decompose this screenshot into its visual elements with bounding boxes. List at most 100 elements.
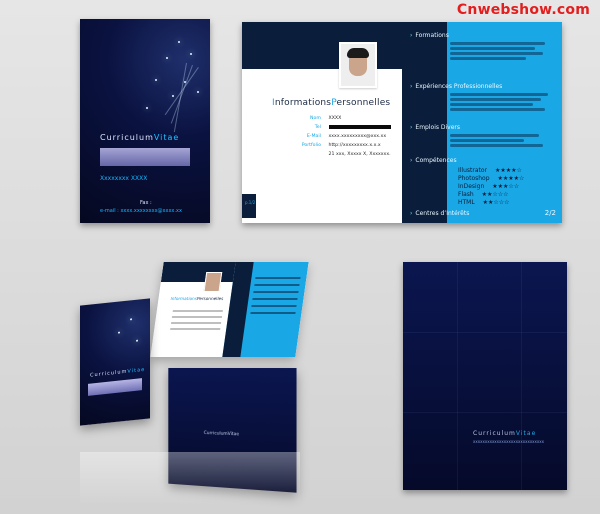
cover-email-label: Fax : [140, 200, 152, 206]
section-competences: › Compétences [410, 157, 457, 164]
info-title-right: ersonnelles [336, 98, 391, 108]
mockup-spread-right [222, 262, 309, 357]
personal-info-row: Tel [295, 123, 399, 132]
mockup-cover-title-left: Curriculum [90, 368, 128, 379]
cv-front-cover: CurriculumVitae Xxxxxxxx XXXX Fax : e-ma… [80, 19, 210, 223]
text-line [170, 322, 222, 324]
left-page-number: p.1/2 [245, 200, 256, 205]
text-line [450, 93, 548, 96]
section-lines-emplois [450, 132, 556, 149]
section-centres-interets: › Centres d’Intérêts [410, 210, 469, 217]
text-line [170, 328, 221, 330]
right-page-number: 2/2 [544, 209, 556, 217]
skill-name: InDesign [458, 183, 485, 190]
chevron-right-icon: › [410, 210, 413, 217]
personal-info-value: xxxx.xxxxxxxxx@xxx.xx [328, 134, 387, 139]
sparkle-icon [146, 107, 148, 109]
personal-info-lines: Nom XXXX Tel E-Mail xxxx.xxxxxxxxx@xxx.x… [295, 114, 399, 159]
left-page-topbar [242, 22, 402, 69]
watermark-text: Cnwebshow.com [456, 2, 590, 18]
text-line [450, 57, 527, 60]
skill-stars: ★★★☆☆ [492, 183, 520, 190]
text-line [171, 316, 223, 318]
text-line [450, 134, 540, 137]
mockup-info-title-left: Informations [170, 296, 198, 301]
cover-gradient-band [100, 148, 190, 166]
cover-title-left: Curriculum [100, 133, 154, 142]
skill-name: HTML [458, 199, 475, 206]
faint-guide-line [521, 262, 522, 490]
mockup-composition: InformationsPersonnelles CurriculumVitae… [80, 262, 380, 512]
floor-reflection [80, 452, 300, 507]
cover-name-line: Xxxxxxxx XXXX [100, 175, 148, 182]
mockup-profile-photo [203, 272, 223, 292]
skill-stars: ★★☆☆☆ [482, 199, 510, 206]
section-formations: › Formations [410, 32, 449, 39]
personal-info-row: 21 xxx, Xxxxx X, Xxxxxxx. [295, 150, 399, 159]
personal-info-key: Portfolio [301, 143, 321, 148]
sparkle-icon [172, 95, 174, 97]
text-line [252, 298, 298, 300]
text-line [172, 310, 223, 312]
skill-name: Photoshop [458, 175, 490, 182]
text-line [254, 284, 300, 286]
mockup-left-lines [170, 306, 224, 334]
personal-info-row: Nom XXXX [295, 114, 399, 123]
personal-info-value: XXXX [328, 116, 342, 121]
faint-guide-line [403, 412, 567, 413]
chevron-right-icon: › [410, 32, 413, 39]
canvas: Cnwebshow.com CurriculumVitae Xxxxxxxx X… [0, 0, 600, 514]
skill-stars: ★★★★☆ [497, 175, 525, 182]
cover-email-value: e-mail : xxxx.xxxxxxxx@xxxx.xx [100, 208, 182, 214]
right-page-dark-strip [402, 22, 447, 223]
skill-row: HTML ★★☆☆☆ [458, 199, 524, 207]
section-experiences: › Expériences Professionnelles [410, 83, 502, 90]
light-ray [170, 65, 193, 124]
section-emplois-divers: › Emplois Divers [410, 124, 460, 131]
section-label: Expériences Professionnelles [415, 83, 503, 90]
mockup-cover-title-right: Vitae [127, 366, 146, 375]
sparkle-icon [130, 318, 132, 321]
text-line [450, 103, 533, 106]
text-line [251, 305, 297, 307]
sparkle-icon [155, 79, 157, 81]
section-label: Formations [415, 32, 449, 39]
chevron-right-icon: › [410, 124, 413, 131]
back-cover-title: CurriculumVitae [473, 430, 536, 437]
chevron-right-icon: › [410, 157, 413, 164]
text-line [450, 108, 546, 111]
sparkle-icon [166, 57, 168, 59]
chevron-right-icon: › [410, 83, 413, 90]
text-line [250, 312, 296, 314]
sparkle-icon [136, 339, 138, 342]
skill-name: Flash [458, 191, 474, 198]
mockup-cover-gradient-band [88, 378, 142, 396]
section-lines-experiences [450, 91, 556, 113]
text-line [255, 277, 301, 279]
redacted-bar [328, 124, 391, 129]
skill-row: Photoshop ★★★★☆ [458, 175, 524, 183]
text-line [450, 98, 542, 101]
spread-left-page: InformationsPersonnelles Nom XXXX Tel E-… [242, 22, 402, 223]
cover-title: CurriculumVitae [100, 133, 179, 142]
text-line [450, 42, 546, 45]
cover-title-right: Vitae [153, 133, 180, 142]
section-lines-formations [450, 40, 556, 62]
sparkle-icon [178, 41, 180, 43]
personal-info-key: Tel [314, 125, 321, 130]
info-title-mid: nformations [274, 98, 332, 108]
back-cover-title-right: Vitae [515, 430, 537, 437]
spread-right-page: › Formations › Expériences Professionnelle… [402, 22, 562, 223]
skill-row: InDesign ★★★☆☆ [458, 183, 524, 191]
back-cover-title-left: Curriculum [473, 430, 516, 437]
personal-info-key: Nom [310, 116, 321, 121]
sparkle-icon [118, 331, 120, 334]
mockup-right-lines [250, 272, 302, 319]
personal-info-value: http://xxxxxxxxx.x.x.x [328, 143, 381, 148]
mockup-spread-left: InformationsPersonnelles [150, 262, 236, 357]
text-line [450, 52, 544, 55]
personal-info-value: 21 xxx, Xxxxx X, Xxxxxxx. [328, 152, 391, 157]
personal-info-row: E-Mail xxxx.xxxxxxxxx@xxx.xx [295, 132, 399, 141]
mockup-open-spread: InformationsPersonnelles [150, 262, 309, 357]
profile-hair [347, 48, 369, 58]
